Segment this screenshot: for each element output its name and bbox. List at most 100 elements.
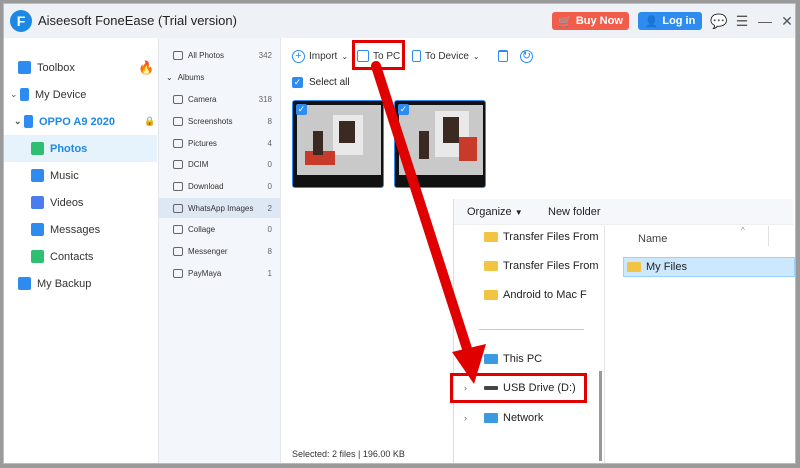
trash-icon <box>498 50 508 62</box>
tree-item-this-pc[interactable]: This PC <box>454 348 602 370</box>
download-icon <box>173 181 183 191</box>
organize-button[interactable]: Organize ▼ <box>467 206 523 218</box>
album-list: All Photos 342 ⌄ Albums Camera 318 Scree… <box>158 38 281 463</box>
chevron-right-icon: › <box>464 413 467 423</box>
videos-icon <box>31 196 44 209</box>
close-icon[interactable]: ✕ <box>779 13 795 29</box>
new-folder-button[interactable]: New folder <box>548 206 601 218</box>
plus-icon: + <box>292 49 305 63</box>
select-all-checkbox[interactable]: ✓ Select all <box>292 77 350 88</box>
refresh-button[interactable]: ↻ <box>520 48 533 64</box>
column-header-name[interactable]: Name <box>638 233 667 245</box>
explorer-toolbar: Organize ▼ New folder <box>454 199 793 225</box>
contacts-icon <box>31 250 44 263</box>
file-list: Name ^ My Files <box>604 226 795 463</box>
nav-music[interactable]: Music <box>4 162 157 189</box>
to-pc-highlight <box>352 40 405 70</box>
camera-icon <box>173 94 183 104</box>
chevron-down-icon: ⌄ <box>166 72 173 82</box>
album-pictures[interactable]: Pictures 4 <box>159 133 280 153</box>
folder-icon <box>484 232 498 242</box>
music-icon <box>31 169 44 182</box>
checkbox-checked-icon: ✓ <box>292 77 303 88</box>
chevron-down-icon: ⌄ <box>14 116 22 126</box>
tree-scrollbar[interactable] <box>599 371 602 461</box>
tree-item[interactable]: Transfer Files From <box>454 255 602 277</box>
album-whatsapp-images[interactable]: WhatsApp Images 2 <box>159 198 280 218</box>
tree-item-network[interactable]: › Network <box>454 407 602 429</box>
chevron-down-icon: ⌄ <box>472 51 480 61</box>
nav-my-device[interactable]: ⌄ My Device <box>4 81 157 108</box>
folder-icon <box>484 290 498 300</box>
toolbox-icon <box>18 61 31 74</box>
column-divider <box>768 226 769 246</box>
album-messenger[interactable]: Messenger 8 <box>159 241 280 261</box>
left-nav: Toolbox 🔥 ⌄ My Device ⌄ OPPO A9 2020 🔒 P… <box>4 38 157 463</box>
network-icon <box>484 413 498 423</box>
nav-my-backup[interactable]: My Backup <box>4 270 157 297</box>
messages-icon <box>31 223 44 236</box>
album-collage[interactable]: Collage 0 <box>159 219 280 239</box>
app-logo-icon: F <box>10 10 32 32</box>
folder-my-files[interactable]: My Files <box>623 257 795 277</box>
chevron-down-icon: ⌄ <box>341 51 349 61</box>
to-device-button[interactable]: To Device ⌄ <box>412 48 480 64</box>
nav-contacts[interactable]: Contacts <box>4 243 157 270</box>
flame-icon: 🔥 <box>138 59 155 75</box>
folder-icon <box>173 246 183 256</box>
buy-now-button[interactable]: 🛒 Buy Now <box>552 12 629 30</box>
save-dialog: Organize ▼ New folder Transfer Files Fro… <box>453 199 795 463</box>
tree-item[interactable]: Android to Mac F <box>454 284 602 306</box>
album-camera[interactable]: Camera 318 <box>159 89 280 109</box>
nav-device-oppo[interactable]: ⌄ OPPO A9 2020 🔒 <box>4 108 157 135</box>
divider <box>479 329 584 330</box>
delete-button[interactable] <box>498 48 508 64</box>
photo-thumbnail[interactable]: ✓ <box>292 100 384 188</box>
checkbox-checked-icon: ✓ <box>398 104 409 115</box>
title-bar: F Aiseesoft FoneEase (Trial version) 🛒 B… <box>4 4 795 38</box>
feedback-icon[interactable]: 💬 <box>710 13 727 29</box>
folder-tree: Transfer Files From Transfer Files From … <box>454 226 602 463</box>
user-icon: 👤 <box>644 15 659 28</box>
phone-icon <box>412 50 421 62</box>
nav-messages[interactable]: Messages <box>4 216 157 243</box>
folder-icon <box>484 261 498 271</box>
lock-icon: 🔒 <box>144 116 156 126</box>
minimize-icon[interactable]: — <box>757 13 773 29</box>
sort-caret-icon: ^ <box>741 226 745 235</box>
cart-icon: 🛒 <box>558 15 572 28</box>
screenshots-icon <box>173 116 183 126</box>
nav-videos[interactable]: Videos <box>4 189 157 216</box>
device-icon <box>20 88 29 101</box>
nav-toolbox[interactable]: Toolbox 🔥 <box>4 54 157 81</box>
tree-item[interactable]: Transfer Files From <box>454 226 602 248</box>
checkbox-checked-icon: ✓ <box>296 104 307 115</box>
photo-thumbnail[interactable]: ✓ <box>394 100 486 188</box>
album-download[interactable]: Download 0 <box>159 176 280 196</box>
status-bar: Selected: 2 files | 196.00 KB <box>292 449 405 459</box>
refresh-icon: ↻ <box>520 49 533 63</box>
menu-icon[interactable]: ☰ <box>734 13 750 29</box>
album-paymaya[interactable]: PayMaya 1 <box>159 263 280 283</box>
usb-drive-highlight <box>450 373 587 403</box>
folder-icon <box>173 203 183 213</box>
computer-icon <box>484 354 498 364</box>
album-screenshots[interactable]: Screenshots 8 <box>159 111 280 131</box>
app-title: Aiseesoft FoneEase (Trial version) <box>38 13 237 28</box>
folder-icon <box>173 224 183 234</box>
dcim-icon <box>173 159 183 169</box>
album-dcim[interactable]: DCIM 0 <box>159 154 280 174</box>
log-in-button[interactable]: 👤 Log in <box>638 12 702 30</box>
folder-icon <box>627 262 641 272</box>
folder-icon <box>173 268 183 278</box>
albums-header[interactable]: ⌄ Albums <box>159 67 280 87</box>
phone-icon <box>24 115 33 128</box>
pictures-icon <box>173 138 183 148</box>
backup-icon <box>18 277 31 290</box>
chevron-down-icon: ⌄ <box>10 89 18 99</box>
album-icon <box>173 50 183 60</box>
album-all-photos[interactable]: All Photos 342 <box>159 45 280 65</box>
import-button[interactable]: + Import ⌄ <box>292 48 348 64</box>
caret-down-icon: ▼ <box>514 208 523 217</box>
nav-photos[interactable]: Photos <box>4 135 157 162</box>
